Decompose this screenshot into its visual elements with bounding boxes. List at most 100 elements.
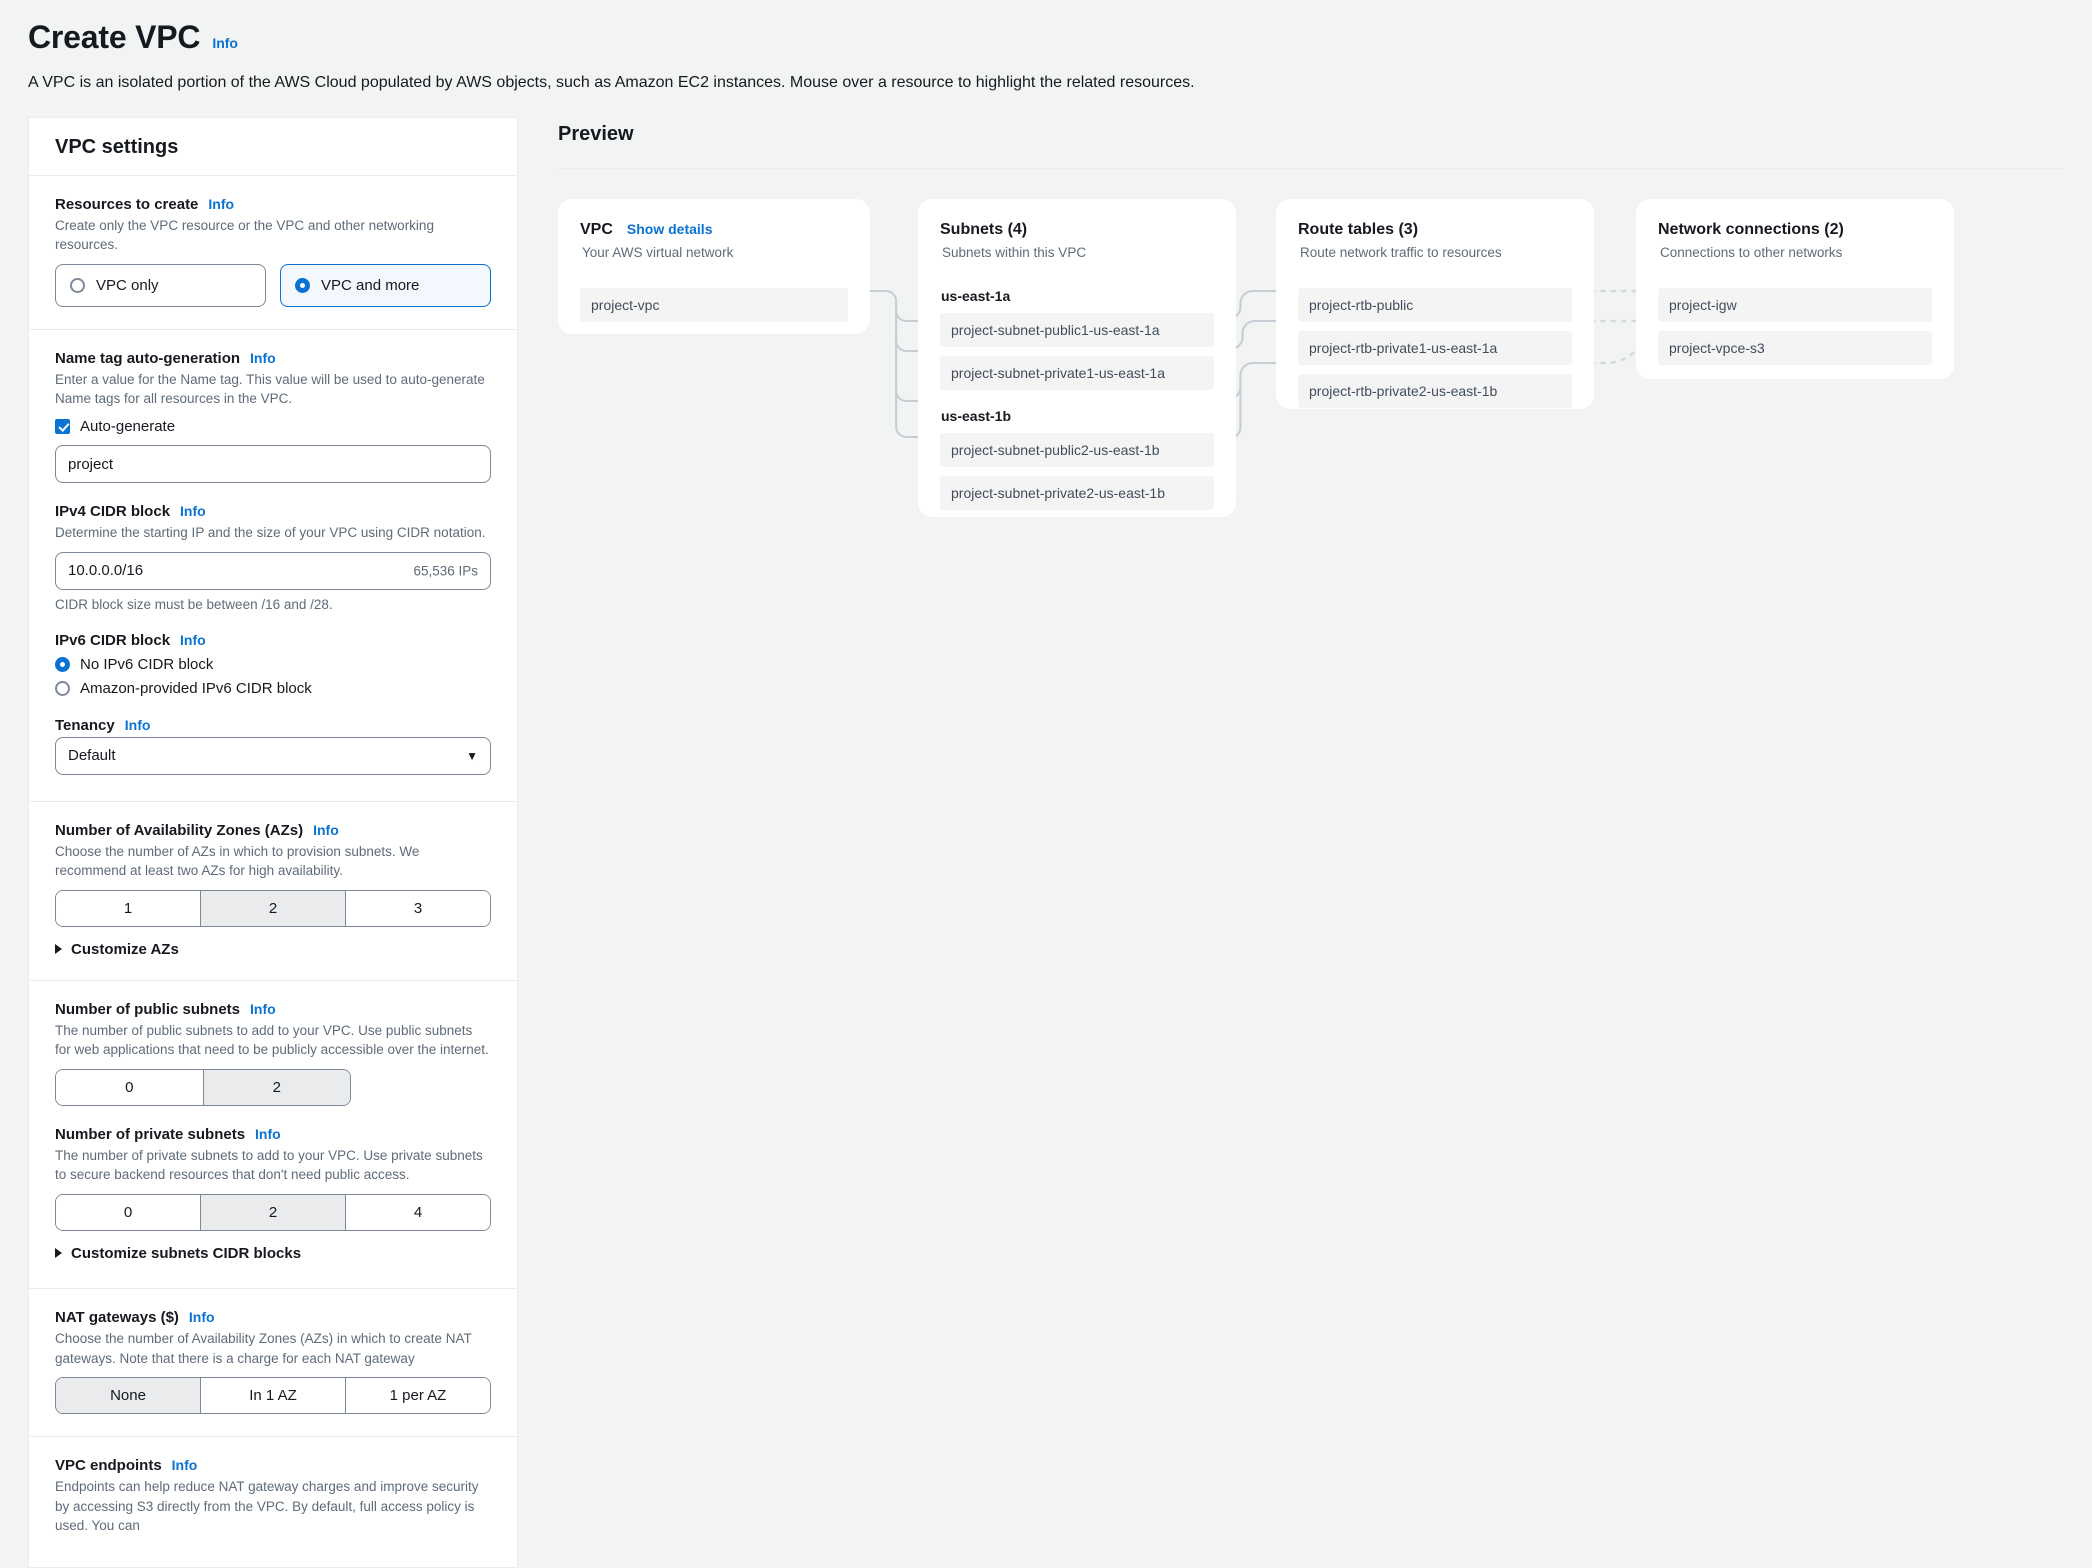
vpc-card-subtitle: Your AWS virtual network xyxy=(582,245,848,260)
option-amazon-ipv6-label: Amazon-provided IPv6 CIDR block xyxy=(80,680,312,697)
tenancy-select[interactable]: Default xyxy=(55,737,491,775)
field-ipv4-cidr: IPv4 CIDR block Info Determine the start… xyxy=(55,503,491,612)
show-details-link[interactable]: Show details xyxy=(627,221,713,237)
resources-to-create-help: Create only the VPC resource or the VPC … xyxy=(55,216,491,255)
vpc-settings-title: VPC settings xyxy=(55,136,491,159)
route-tables-node-list: project-rtb-public project-rtb-private1-… xyxy=(1298,288,1572,408)
auto-generate-label: Auto-generate xyxy=(80,418,175,435)
node-rtb-private2[interactable]: project-rtb-private2-us-east-1b xyxy=(1298,374,1572,408)
vpc-endpoints-info-link[interactable]: Info xyxy=(172,1457,198,1473)
vpc-card-title: VPC xyxy=(580,221,613,239)
ipv4-cidr-constraint: CIDR block size must be between /16 and … xyxy=(55,597,491,612)
option-amazon-provided-ipv6[interactable]: Amazon-provided IPv6 CIDR block xyxy=(55,680,491,697)
nat-gateways-option-1-per-az[interactable]: 1 per AZ xyxy=(346,1378,490,1413)
node-rtb-public[interactable]: project-rtb-public xyxy=(1298,288,1572,322)
preview-card-subnets: Subnets (4) Subnets within this VPC us-e… xyxy=(918,199,1236,517)
route-tables-card-subtitle: Route network traffic to resources xyxy=(1300,245,1572,260)
network-connections-card-head: Network connections (2) xyxy=(1658,221,1932,239)
ipv4-cidr-label: IPv4 CIDR block xyxy=(55,503,170,520)
azs-info-link[interactable]: Info xyxy=(313,822,339,838)
azs-segmented-control: 1 2 3 xyxy=(55,890,491,927)
name-tag-info-link[interactable]: Info xyxy=(250,350,276,366)
section-nat-gateways: NAT gateways ($) Info Choose the number … xyxy=(29,1289,517,1437)
field-ipv6-cidr: IPv6 CIDR block Info No IPv6 CIDR block … xyxy=(55,632,491,697)
node-subnet-public1[interactable]: project-subnet-public1-us-east-1a xyxy=(940,313,1214,347)
node-rtb-private1[interactable]: project-rtb-private1-us-east-1a xyxy=(1298,331,1572,365)
public-subnets-segmented-control: 0 2 xyxy=(55,1069,351,1106)
private-subnets-info-link[interactable]: Info xyxy=(255,1126,281,1142)
option-no-ipv6-cidr[interactable]: No IPv6 CIDR block xyxy=(55,656,491,673)
subnets-card-title: Subnets (4) xyxy=(940,221,1027,239)
node-subnet-private1[interactable]: project-subnet-private1-us-east-1a xyxy=(940,356,1214,390)
ipv4-cidr-info-link[interactable]: Info xyxy=(180,503,206,519)
node-project-vpc[interactable]: project-vpc xyxy=(580,288,848,322)
node-vpce-s3[interactable]: project-vpce-s3 xyxy=(1658,331,1932,365)
name-tag-input[interactable] xyxy=(55,445,491,483)
vpc-card-head: VPC Show details xyxy=(580,221,848,239)
subnets-card-subtitle: Subnets within this VPC xyxy=(942,245,1214,260)
field-name-tag: Name tag auto-generation Info Enter a va… xyxy=(55,350,491,483)
azs-option-2[interactable]: 2 xyxy=(201,891,346,926)
page-title: Create VPC xyxy=(28,18,200,56)
public-subnets-label: Number of public subnets xyxy=(55,1001,240,1018)
public-subnets-help: The number of public subnets to add to y… xyxy=(55,1021,491,1060)
option-no-ipv6-label: No IPv6 CIDR block xyxy=(80,656,213,673)
subnets-node-list: us-east-1a project-subnet-public1-us-eas… xyxy=(940,288,1214,510)
ipv6-cidr-info-link[interactable]: Info xyxy=(180,632,206,648)
network-connections-node-list: project-igw project-vpce-s3 xyxy=(1658,288,1932,365)
page-header: Create VPC Info A VPC is an isolated por… xyxy=(0,0,2092,95)
private-subnets-option-0[interactable]: 0 xyxy=(56,1195,201,1230)
azs-label-row: Number of Availability Zones (AZs) Info xyxy=(55,822,491,839)
public-subnets-option-0[interactable]: 0 xyxy=(56,1070,204,1105)
preview-card-route-tables: Route tables (3) Route network traffic t… xyxy=(1276,199,1594,409)
az-group-label-us-east-1a: us-east-1a xyxy=(941,288,1214,304)
tenancy-label: Tenancy xyxy=(55,717,115,734)
field-public-subnets: Number of public subnets Info The number… xyxy=(55,1001,491,1106)
azs-option-1[interactable]: 1 xyxy=(56,891,201,926)
nat-gateways-segmented-control: None In 1 AZ 1 per AZ xyxy=(55,1377,491,1414)
vpc-settings-panel: VPC settings Resources to create Info Cr… xyxy=(28,117,518,1568)
node-subnet-public2[interactable]: project-subnet-public2-us-east-1b xyxy=(940,433,1214,467)
section-resources-to-create: Resources to create Info Create only the… xyxy=(29,176,517,330)
resources-to-create-info-link[interactable]: Info xyxy=(208,196,234,212)
resources-to-create-label: Resources to create xyxy=(55,196,198,213)
ipv4-cidr-input[interactable] xyxy=(55,552,491,590)
azs-option-3[interactable]: 3 xyxy=(346,891,490,926)
nat-gateways-option-in-1-az[interactable]: In 1 AZ xyxy=(201,1378,346,1413)
customize-subnets-cidr-expander[interactable]: Customize subnets CIDR blocks xyxy=(55,1245,491,1262)
vpc-endpoints-help: Endpoints can help reduce NAT gateway ch… xyxy=(55,1477,491,1536)
preview-canvas: VPC Show details Your AWS virtual networ… xyxy=(558,199,2062,579)
field-tenancy: Tenancy Info Default ▼ xyxy=(55,717,491,775)
nat-gateways-info-link[interactable]: Info xyxy=(189,1309,215,1325)
option-vpc-only[interactable]: VPC only xyxy=(55,264,266,307)
auto-generate-checkbox-row[interactable]: Auto-generate xyxy=(55,418,491,435)
caret-right-icon xyxy=(55,944,62,954)
private-subnets-option-4[interactable]: 4 xyxy=(346,1195,490,1230)
private-subnets-option-2[interactable]: 2 xyxy=(201,1195,346,1230)
tenancy-selected-value: Default xyxy=(68,747,116,764)
public-subnets-option-2[interactable]: 2 xyxy=(204,1070,351,1105)
resources-to-create-options: VPC only VPC and more xyxy=(55,264,491,307)
az-group-label-us-east-1b: us-east-1b xyxy=(941,408,1214,424)
tenancy-info-link[interactable]: Info xyxy=(125,717,151,733)
option-vpc-and-more[interactable]: VPC and more xyxy=(280,264,491,307)
tenancy-select-wrapper: Default ▼ xyxy=(55,737,491,775)
preview-card-vpc: VPC Show details Your AWS virtual networ… xyxy=(558,199,870,334)
public-subnets-info-link[interactable]: Info xyxy=(250,1001,276,1017)
customize-azs-expander[interactable]: Customize AZs xyxy=(55,941,491,958)
node-igw[interactable]: project-igw xyxy=(1658,288,1932,322)
section-subnets: Number of public subnets Info The number… xyxy=(29,981,517,1289)
section-vpc-basics: Name tag auto-generation Info Enter a va… xyxy=(29,330,517,802)
ipv4-input-wrapper: 65,536 IPs xyxy=(55,552,491,590)
section-vpc-endpoints: VPC endpoints Info Endpoints can help re… xyxy=(29,1437,517,1567)
node-subnet-private2[interactable]: project-subnet-private2-us-east-1b xyxy=(940,476,1214,510)
tenancy-label-row: Tenancy Info xyxy=(55,717,491,734)
page-title-row: Create VPC Info xyxy=(28,18,2092,56)
page-info-link[interactable]: Info xyxy=(212,35,238,51)
ipv6-label-row: IPv6 CIDR block Info xyxy=(55,632,491,649)
name-tag-help: Enter a value for the Name tag. This val… xyxy=(55,370,491,409)
public-subnets-label-row: Number of public subnets Info xyxy=(55,1001,491,1018)
preview-title: Preview xyxy=(558,117,2062,168)
customize-subnets-cidr-label: Customize subnets CIDR blocks xyxy=(71,1245,301,1262)
nat-gateways-option-none[interactable]: None xyxy=(56,1378,201,1413)
